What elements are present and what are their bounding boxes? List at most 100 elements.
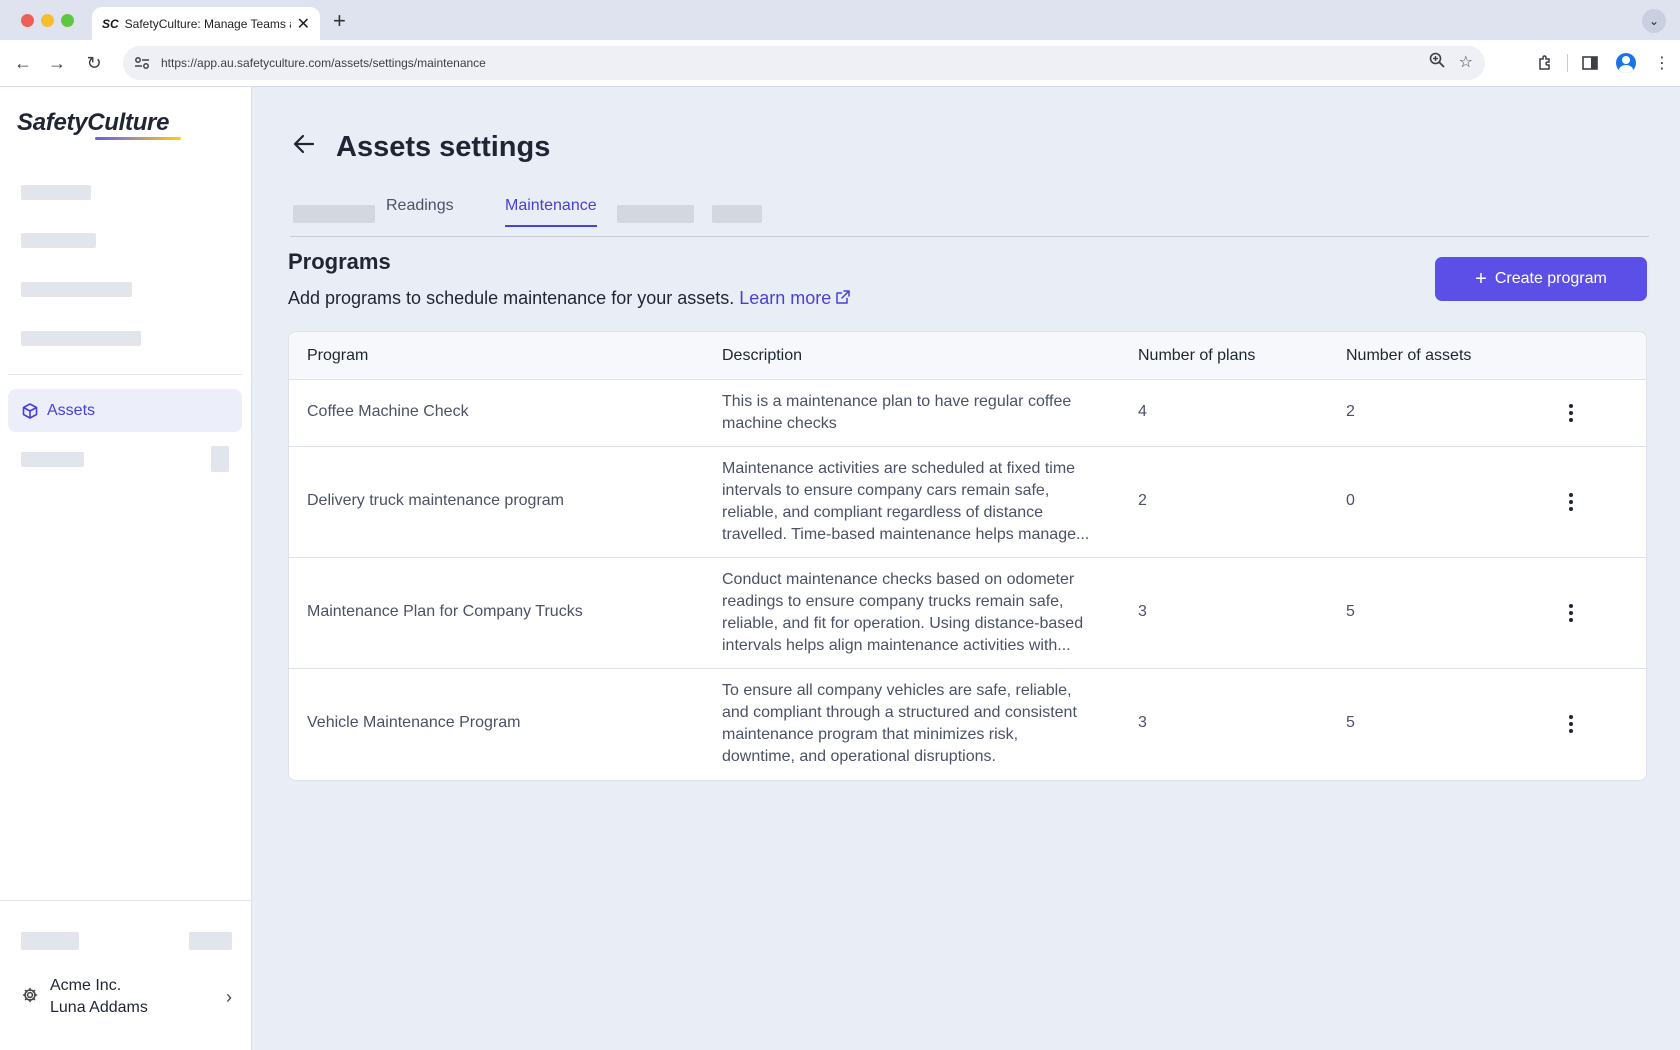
minimize-window-button[interactable] <box>41 14 54 27</box>
logo-underline <box>95 137 181 140</box>
program-description: Maintenance activities are scheduled at … <box>722 458 1102 546</box>
table-row[interactable]: Vehicle Maintenance Program To ensure al… <box>289 669 1646 780</box>
table-row[interactable]: Maintenance Plan for Company Trucks Cond… <box>289 558 1646 669</box>
external-link-icon <box>836 290 851 304</box>
sidebar-bottom-divider <box>0 900 252 901</box>
description-line: To ensure all company vehicles are safe,… <box>722 682 1072 699</box>
programs-table: Program Description Number of plans Numb… <box>288 331 1647 781</box>
description-line: reliable, and fit for operation. Using d… <box>722 615 1084 632</box>
more-options-icon[interactable] <box>1559 598 1583 628</box>
page-title: Assets settings <box>336 131 551 163</box>
sidebar-item-redacted[interactable] <box>21 331 141 346</box>
close-tab-icon[interactable]: ✕ <box>297 14 310 34</box>
tab-maintenance[interactable]: Maintenance <box>505 197 597 227</box>
column-header-program[interactable]: Program <box>307 347 368 365</box>
program-name[interactable]: Maintenance Plan for Company Trucks <box>307 603 583 621</box>
programs-description-text: Add programs to schedule maintenance for… <box>288 288 735 308</box>
tab-redacted[interactable] <box>712 205 762 223</box>
main-content: Assets settings Readings Maintenance Pro… <box>253 87 1680 1050</box>
description-line: reliable, and compliant regardless of di… <box>722 504 1044 521</box>
settings-tabs: Readings Maintenance <box>290 195 1649 237</box>
number-of-plans: 3 <box>1138 603 1147 620</box>
tab-redacted[interactable] <box>293 205 375 223</box>
program-name[interactable]: Coffee Machine Check <box>307 403 469 421</box>
site-settings-icon[interactable] <box>131 52 153 74</box>
number-of-assets: 0 <box>1346 492 1355 509</box>
sidebar-footer-item-redacted[interactable] <box>21 932 79 950</box>
number-of-assets: 5 <box>1346 603 1355 620</box>
more-options-icon[interactable] <box>1559 709 1583 739</box>
tab-search-chevron-icon[interactable]: ⌄ <box>1642 9 1666 33</box>
program-description: Conduct maintenance checks based on odom… <box>722 569 1102 657</box>
browser-tab-title: SafetyCulture: Manage Teams and... <box>124 16 291 31</box>
number-of-plans: 3 <box>1138 714 1147 731</box>
learn-more-label: Learn more <box>739 288 832 308</box>
org-switcher[interactable]: Acme Inc. Luna Addams › <box>8 969 242 1025</box>
forward-nav-icon[interactable]: → <box>44 50 70 76</box>
programs-description: Add programs to schedule maintenance for… <box>288 288 851 309</box>
sidebar-item-redacted[interactable] <box>21 452 84 467</box>
number-of-assets: 5 <box>1346 714 1355 731</box>
description-line: Maintenance activities are scheduled at … <box>722 460 1076 477</box>
toolbar-divider <box>1567 54 1568 72</box>
learn-more-link[interactable]: Learn more <box>739 288 851 308</box>
sidebar-badge-redacted <box>211 446 229 472</box>
safetyculture-logo[interactable]: SafetyCulture <box>17 109 169 137</box>
bookmark-star-icon[interactable]: ☆ <box>1459 52 1473 73</box>
description-line: readings to ensure company trucks remain… <box>722 593 1064 610</box>
sidebar-divider <box>8 374 242 375</box>
description-line: downtime, and operational disruptions. <box>722 748 996 765</box>
cube-icon <box>22 402 38 419</box>
side-panel-icon[interactable] <box>1572 50 1608 76</box>
description-line: travelled. Time-based maintenance helps … <box>722 526 1090 543</box>
back-nav-icon[interactable]: ← <box>10 50 36 76</box>
browser-toolbar: ← → ↻ https://app.au.safetyculture.com/a… <box>0 40 1680 87</box>
program-description: To ensure all company vehicles are safe,… <box>722 680 1102 768</box>
plus-icon: + <box>1475 267 1487 290</box>
close-window-button[interactable] <box>21 14 34 27</box>
browser-tab[interactable]: SC SafetyCulture: Manage Teams and... ✕ <box>92 7 320 40</box>
column-header-number-of-assets[interactable]: Number of assets <box>1346 347 1471 365</box>
sidebar-item-redacted[interactable] <box>21 282 132 297</box>
sidebar-item-redacted[interactable] <box>21 185 91 200</box>
table-row[interactable]: Delivery truck maintenance program Maint… <box>289 447 1646 558</box>
extensions-icon[interactable] <box>1527 50 1563 76</box>
description-line: machine checks <box>722 415 837 432</box>
zoom-icon[interactable] <box>1429 52 1445 73</box>
tab-readings[interactable]: Readings <box>386 197 454 225</box>
url-text: https://app.au.safetyculture.com/assets/… <box>161 56 486 70</box>
chevron-right-icon: › <box>226 986 232 1007</box>
table-row[interactable]: Coffee Machine Check This is a maintenan… <box>289 380 1646 447</box>
program-name[interactable]: Vehicle Maintenance Program <box>307 714 520 732</box>
maximize-window-button[interactable] <box>61 14 74 27</box>
more-options-icon[interactable] <box>1559 398 1583 428</box>
column-header-description[interactable]: Description <box>722 347 802 365</box>
gear-icon <box>22 987 38 1008</box>
number-of-plans: 4 <box>1138 403 1147 420</box>
table-header: Program Description Number of plans Numb… <box>289 332 1646 380</box>
description-line: and compliant through a structured and c… <box>722 704 1077 721</box>
description-line: maintenance program that minimizes risk, <box>722 726 1019 743</box>
more-options-icon[interactable] <box>1559 487 1583 517</box>
browser-tabbar: SC SafetyCulture: Manage Teams and... ✕ … <box>0 0 1680 40</box>
create-program-button[interactable]: + Create program <box>1435 257 1647 301</box>
back-arrow-icon[interactable] <box>293 133 315 161</box>
sidebar-item-redacted[interactable] <box>21 233 96 248</box>
program-description: This is a maintenance plan to have regul… <box>722 391 1102 435</box>
number-of-plans: 2 <box>1138 492 1147 509</box>
description-line: intervals helps align maintenance activi… <box>722 637 1071 654</box>
org-name: Acme Inc. <box>50 977 122 994</box>
column-header-number-of-plans[interactable]: Number of plans <box>1138 347 1255 365</box>
new-tab-button[interactable]: + <box>333 8 346 34</box>
profile-avatar-icon[interactable] <box>1608 50 1644 76</box>
reload-icon[interactable]: ↻ <box>81 50 107 76</box>
sidebar: SafetyCulture Assets Acme Inc. Luna Adda… <box>0 87 252 1050</box>
program-name[interactable]: Delivery truck maintenance program <box>307 492 564 510</box>
browser-menu-icon[interactable]: ⋮ <box>1644 50 1680 76</box>
user-name: Luna Addams <box>50 999 148 1016</box>
sidebar-item-assets[interactable]: Assets <box>8 389 242 432</box>
description-line: Conduct maintenance checks based on odom… <box>722 571 1075 588</box>
tab-redacted[interactable] <box>617 205 694 223</box>
address-bar[interactable]: https://app.au.safetyculture.com/assets/… <box>123 46 1485 80</box>
sidebar-footer-badge-redacted <box>189 932 232 950</box>
